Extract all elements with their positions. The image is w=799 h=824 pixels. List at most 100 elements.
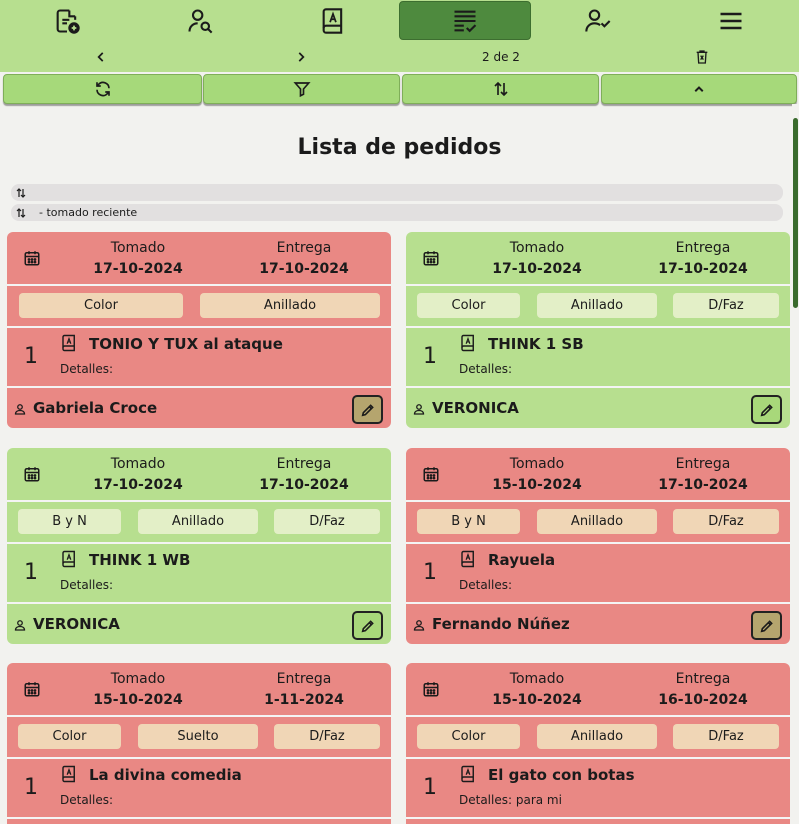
order-card[interactable]: Tomado 17-10-2024 Entrega 17-10-2024 Col… (7, 232, 391, 428)
collapse-button[interactable] (601, 74, 797, 104)
entrega-label: Entrega (276, 240, 332, 256)
divider (406, 602, 790, 604)
pencil-icon (361, 403, 374, 416)
edit-order-button[interactable] (751, 395, 782, 424)
order-dates: Tomado 17-10-2024 Entrega 17-10-2024 (7, 448, 391, 500)
book-icon (62, 550, 75, 568)
divider (406, 542, 790, 544)
order-details: Detalles: (459, 578, 513, 592)
chevron-left-icon (97, 52, 104, 62)
order-details: Detalles: para mi (459, 793, 562, 807)
pencil-icon (361, 619, 374, 632)
book-icon (461, 334, 474, 352)
person-icon (14, 620, 26, 631)
next-page-button[interactable] (288, 44, 314, 70)
nav-order-list-button[interactable] (399, 1, 531, 40)
main-nav (0, 0, 799, 42)
order-card[interactable]: Tomado 15-10-2024 Entrega 1-11-2024 Colo… (7, 663, 391, 824)
page-title: Lista de pedidos (297, 135, 502, 160)
tomado-label: Tomado (509, 240, 565, 256)
divider (406, 326, 790, 328)
filter-button[interactable] (203, 74, 400, 104)
book-icon (62, 334, 75, 352)
order-quantity: 1 (24, 560, 38, 585)
client-name: Gabriela Croce (33, 399, 158, 417)
book-title: El gato con botas (488, 766, 635, 784)
order-dates: Tomado 15-10-2024 Entrega 1-11-2024 (7, 663, 391, 715)
order-quantity: 1 (24, 775, 38, 800)
order-dates: Tomado 15-10-2024 Entrega 16-10-2024 (406, 663, 790, 715)
order-tag: Anillado (537, 293, 657, 318)
order-card[interactable]: Tomado 17-10-2024 Entrega 17-10-2024 Col… (406, 232, 790, 428)
divider (406, 757, 790, 759)
divider (406, 500, 790, 502)
entrega-date: 17-10-2024 (658, 477, 748, 493)
tomado-label: Tomado (509, 671, 565, 687)
new-order-icon (56, 9, 80, 34)
filter-icon (292, 82, 311, 98)
delete-button[interactable] (689, 44, 715, 70)
order-list-icon (454, 10, 477, 32)
edit-order-button[interactable] (352, 611, 383, 640)
order-tag: D/Faz (673, 293, 779, 318)
entrega-label: Entrega (276, 671, 332, 687)
sort-criteria-2[interactable]: - tomado reciente (11, 204, 783, 221)
entrega-date: 16-10-2024 (658, 692, 748, 708)
page-indicator: 2 de 2 (482, 50, 520, 64)
divider (7, 284, 391, 286)
order-card[interactable]: Tomado 17-10-2024 Entrega 17-10-2024 B y… (7, 448, 391, 644)
order-details: Detalles: (459, 362, 513, 376)
entrega-label: Entrega (675, 671, 731, 687)
order-tag: Color (18, 724, 121, 749)
order-card[interactable]: Tomado 15-10-2024 Entrega 16-10-2024 Col… (406, 663, 790, 824)
tomado-label: Tomado (509, 456, 565, 472)
divider (7, 817, 391, 819)
nav-search-client-button[interactable] (133, 0, 266, 42)
sort-button[interactable] (402, 74, 599, 104)
sort-icon (493, 81, 508, 97)
pencil-icon (760, 403, 773, 416)
entrega-date: 17-10-2024 (259, 261, 349, 277)
order-tag: Color (19, 293, 183, 318)
tomado-date: 17-10-2024 (93, 261, 183, 277)
tomado-date: 17-10-2024 (93, 477, 183, 493)
tomado-date: 15-10-2024 (492, 477, 582, 493)
nav-user-check-button[interactable] (531, 0, 664, 42)
calendar-icon (423, 682, 439, 697)
edit-order-button[interactable] (352, 395, 383, 424)
order-tag: Color (417, 293, 520, 318)
search-client-icon (187, 9, 212, 34)
order-tag: D/Faz (274, 724, 380, 749)
calendar-icon (423, 467, 439, 482)
divider (7, 542, 391, 544)
calendar-icon (24, 682, 40, 697)
client-name: VERONICA (33, 615, 120, 633)
prev-page-button[interactable] (88, 44, 114, 70)
nav-books-button[interactable] (266, 0, 399, 42)
tomado-label: Tomado (110, 671, 166, 687)
tomado-label: Tomado (110, 456, 166, 472)
person-icon (413, 620, 425, 631)
nav-menu-button[interactable] (664, 0, 797, 42)
book-title: La divina comedia (89, 766, 242, 784)
tomado-label: Tomado (110, 240, 166, 256)
trash-icon (696, 50, 708, 64)
book-title: THINK 1 SB (488, 335, 584, 353)
refresh-button[interactable] (3, 74, 202, 104)
sort-criteria-1[interactable] (11, 184, 783, 201)
calendar-icon (423, 251, 439, 266)
order-card[interactable]: Tomado 15-10-2024 Entrega 17-10-2024 B y… (406, 448, 790, 644)
entrega-date: 1-11-2024 (264, 692, 344, 708)
order-quantity: 1 (24, 344, 38, 369)
divider (7, 326, 391, 328)
order-dates: Tomado 17-10-2024 Entrega 17-10-2024 (7, 232, 391, 284)
order-tag: D/Faz (673, 724, 779, 749)
divider (406, 386, 790, 388)
pencil-icon (760, 619, 773, 632)
divider (406, 817, 790, 819)
book-icon (322, 8, 342, 34)
nav-new-order-button[interactable] (0, 0, 133, 42)
edit-order-button[interactable] (751, 611, 782, 640)
order-dates: Tomado 17-10-2024 Entrega 17-10-2024 (406, 232, 790, 284)
order-tag: Suelto (138, 724, 258, 749)
